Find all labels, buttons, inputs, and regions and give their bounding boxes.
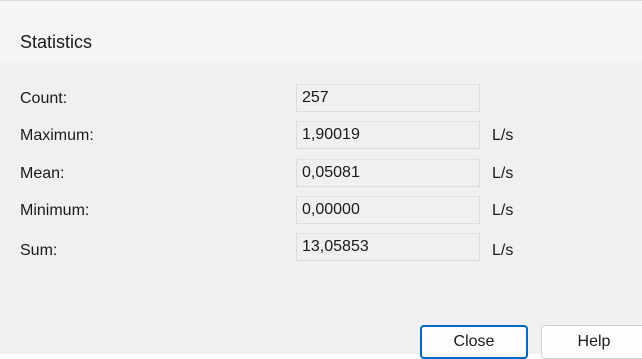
mean-unit: L/s (492, 165, 514, 182)
minimum-unit: L/s (492, 202, 514, 219)
minimum-value-field: 0,00000 (296, 196, 480, 224)
sum-value-field: 13,05853 (296, 233, 480, 261)
count-value-field: 257 (296, 84, 480, 112)
minimum-label: Minimum: (20, 202, 90, 219)
dialog-title: Statistics (20, 32, 93, 52)
maximum-unit: L/s (492, 127, 514, 144)
title-bar[interactable]: Statistics (0, 1, 642, 63)
sum-unit: L/s (492, 242, 514, 259)
mean-label: Mean: (20, 165, 65, 182)
mean-value-field: 0,05081 (296, 159, 480, 187)
sum-label: Sum: (20, 242, 58, 259)
maximum-value-field: 1,90019 (296, 121, 480, 149)
maximum-label: Maximum: (20, 127, 94, 144)
count-label: Count: (20, 90, 68, 107)
statistics-dialog: Statistics Count: 257 Maximum: 1,90019 L… (0, 0, 642, 359)
